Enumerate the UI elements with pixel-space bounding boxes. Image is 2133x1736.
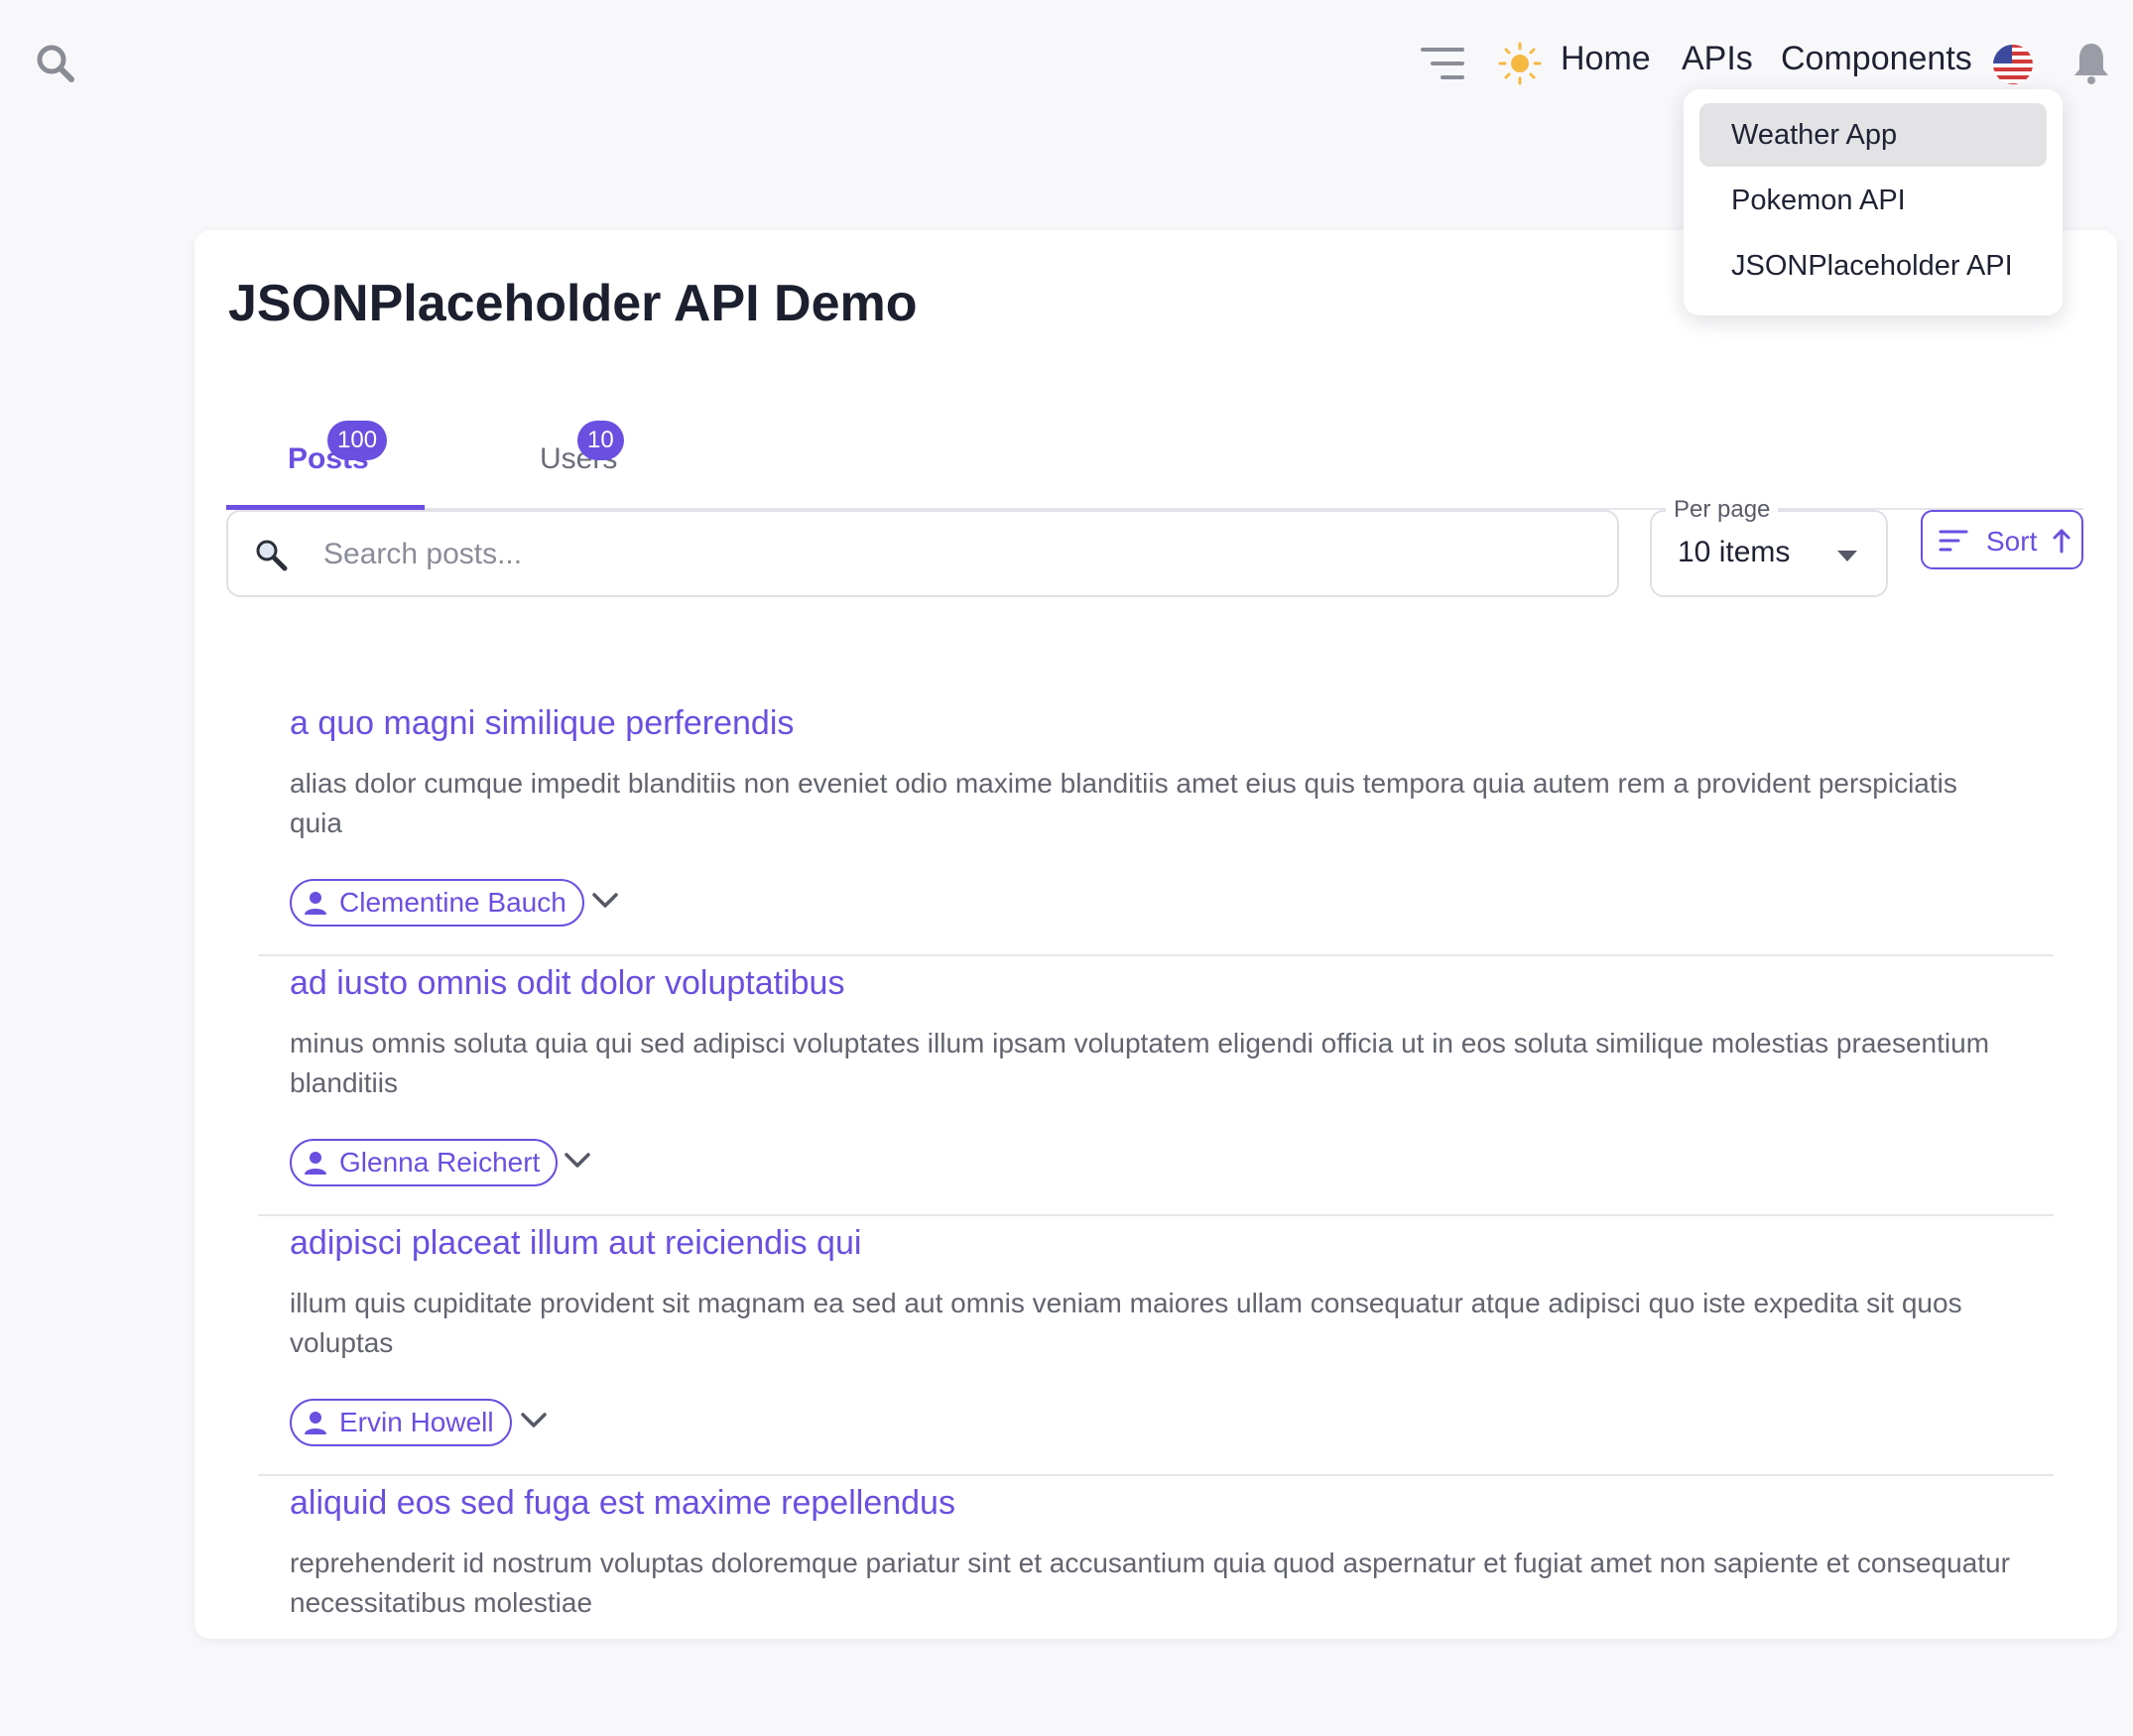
author-name: Ervin Howell (339, 1407, 494, 1437)
post-body: illum quis cupiditate provident sit magn… (290, 1288, 1962, 1358)
per-page-label: Per page (1666, 496, 1779, 524)
author-chip[interactable]: Glenna Reichert (290, 1139, 559, 1186)
caret-down-icon (1837, 551, 1857, 561)
chevron-down-icon[interactable] (591, 891, 619, 911)
post-body: reprehenderit id nostrum voluptas dolore… (290, 1548, 2010, 1618)
post-item: a quo magni similique perferendis alias … (258, 696, 2054, 956)
author-chip[interactable]: Ervin Howell (290, 1399, 512, 1446)
author-name: Glenna Reichert (339, 1147, 541, 1178)
main-card: JSONPlaceholder API Demo Posts 100 Users… (194, 230, 2117, 1639)
us-flag-icon[interactable] (1992, 44, 2034, 85)
post-title-link[interactable]: a quo magni similique perferendis (290, 704, 794, 743)
author-name: Clementine Bauch (339, 887, 566, 918)
tab-users[interactable]: Users 10 (484, 379, 683, 510)
post-title-link[interactable]: adipisci placeat illum aut reiciendis qu… (290, 1224, 861, 1263)
users-count-badge: 10 (577, 421, 624, 460)
tab-posts[interactable]: Posts 100 (226, 379, 425, 510)
search-box (226, 510, 1619, 597)
post-title-link[interactable]: ad iusto omnis odit dolor voluptatibus (290, 964, 844, 1003)
post-body: minus omnis soluta quia qui sed adipisci… (290, 1028, 1990, 1098)
apis-dropdown-menu: Weather App Pokemon API JSONPlaceholder … (1684, 89, 2063, 315)
magnifier-icon (256, 540, 288, 571)
person-icon (305, 892, 326, 915)
sort-button[interactable]: Sort (1921, 510, 2083, 569)
menu-item-weather-app[interactable]: Weather App (1699, 103, 2047, 167)
nav-components-link[interactable]: Components (1781, 40, 1972, 78)
post-item: aliquid eos sed fuga est maxime repellen… (258, 1476, 2054, 1736)
post-body: alias dolor cumque impedit blanditiis no… (290, 768, 1957, 838)
per-page-value: 10 items (1678, 536, 1791, 568)
sort-lines-icon (1939, 530, 1968, 552)
search-icon[interactable] (34, 42, 77, 85)
search-posts-input[interactable] (323, 528, 1593, 581)
page-title: JSONPlaceholder API Demo (228, 275, 918, 332)
sun-icon[interactable] (1498, 42, 1542, 85)
chevron-down-icon[interactable] (564, 1151, 591, 1171)
menu-item-jsonplaceholder-api[interactable]: JSONPlaceholder API (1699, 234, 2047, 298)
arrow-up-icon (2053, 529, 2070, 554)
post-item: adipisci placeat illum aut reiciendis qu… (258, 1216, 2054, 1476)
nav-home-link[interactable]: Home (1561, 40, 1651, 78)
posts-count-badge: 100 (327, 421, 388, 460)
post-list: a quo magni similique perferendis alias … (258, 696, 2054, 1736)
sort-label: Sort (1986, 526, 2038, 557)
post-title-link[interactable]: aliquid eos sed fuga est maxime repellen… (290, 1484, 955, 1523)
bell-icon[interactable] (2071, 40, 2111, 85)
nav-apis-link[interactable]: APIs (1682, 40, 1753, 78)
chevron-down-icon[interactable] (520, 1411, 548, 1430)
post-item: ad iusto omnis odit dolor voluptatibus m… (258, 956, 2054, 1216)
person-icon (305, 1412, 326, 1434)
menu-icon[interactable] (1421, 44, 1464, 83)
author-chip[interactable]: Clementine Bauch (290, 879, 584, 927)
per-page-select[interactable]: Per page 10 items (1650, 496, 1888, 597)
tabs-bar: Posts 100 Users 10 (226, 379, 2083, 510)
menu-item-pokemon-api[interactable]: Pokemon API (1699, 169, 2047, 232)
person-icon (305, 1152, 326, 1175)
